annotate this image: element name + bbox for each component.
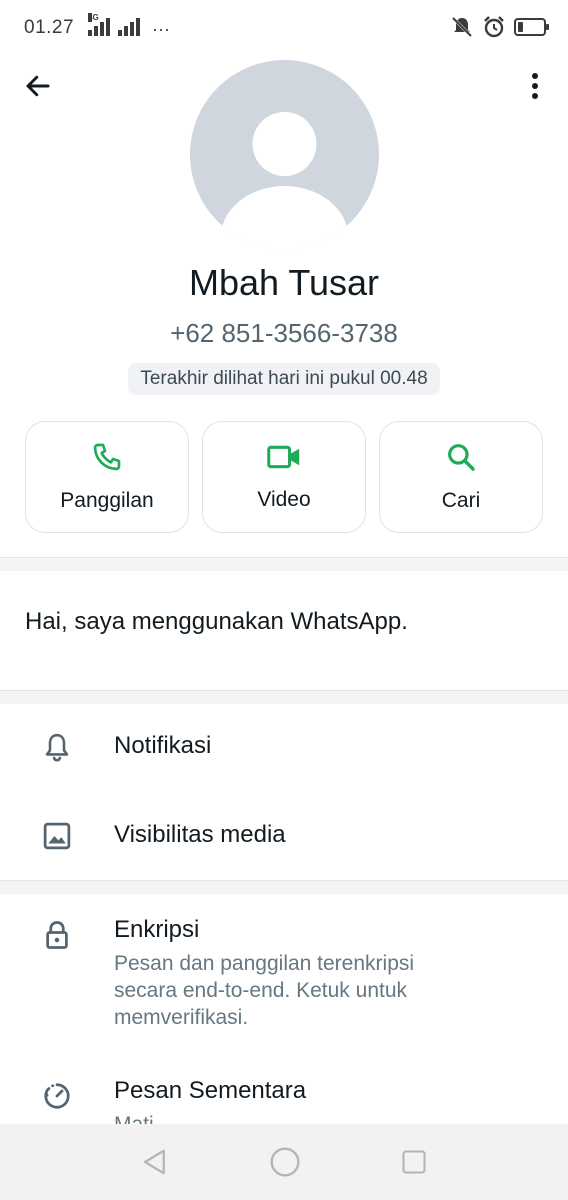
signal-icon [118, 18, 140, 36]
call-button[interactable]: Panggilan [25, 421, 189, 533]
status-right-icons [450, 15, 549, 39]
video-icon [267, 445, 300, 469]
media-visibility-label: Visibilitas media [114, 821, 286, 848]
about-text[interactable]: Hai, saya menggunakan WhatsApp. [25, 608, 408, 636]
status-left-icons: 4G ··· [88, 13, 170, 39]
back-triangle-icon[interactable] [140, 1147, 170, 1177]
arrow-left-icon [26, 75, 50, 97]
notifications-row[interactable]: Notifikasi [0, 732, 568, 764]
alarm-icon [484, 16, 504, 38]
network-type-label: 4G [88, 13, 99, 22]
notifications-label: Notifikasi [114, 732, 212, 759]
search-button[interactable]: Cari [379, 421, 543, 533]
mute-icon [451, 16, 473, 38]
battery-icon [514, 18, 549, 36]
section-divider [0, 880, 568, 894]
bell-icon [45, 733, 69, 762]
media-visibility-row[interactable]: Visibilitas media [0, 821, 568, 851]
encryption-label: Enkripsi [114, 916, 200, 943]
profile-avatar[interactable] [190, 60, 379, 249]
system-nav-bar [0, 1124, 568, 1200]
status-bar: 01.27 4G ··· [0, 0, 568, 56]
battery-level [518, 22, 523, 32]
status-time: 01.27 [24, 17, 75, 38]
signal-icon: 4G [88, 13, 110, 36]
more-vertical-icon [532, 73, 538, 99]
encryption-description: Pesan dan panggilan terenkripsi secara e… [114, 952, 415, 1029]
more-options-button[interactable] [520, 68, 550, 104]
section-divider [0, 690, 568, 704]
last-seen-container: Terakhir dilihat hari ini pukul 00.48 [0, 363, 568, 395]
lock-icon [46, 921, 68, 949]
back-button[interactable] [20, 68, 56, 104]
contact-phone: +62 851-3566-3738 [170, 318, 398, 348]
recents-square-icon[interactable] [400, 1148, 428, 1176]
phone-icon [93, 443, 121, 471]
action-buttons: Panggilan Video Cari [25, 421, 543, 533]
disappearing-messages-label: Pesan Sementara [114, 1077, 307, 1104]
section-divider [0, 557, 568, 571]
default-avatar-icon [220, 112, 349, 249]
home-circle-icon[interactable] [269, 1146, 301, 1178]
search-button-label: Cari [441, 489, 481, 512]
encryption-row[interactable]: Enkripsi Pesan dan panggilan terenkripsi… [0, 916, 568, 1031]
timer-icon [44, 1083, 70, 1109]
contact-name: Mbah Tusar [188, 262, 380, 303]
call-button-label: Panggilan [60, 489, 154, 512]
video-button-label: Video [257, 488, 311, 511]
more-notifications-icon: ··· [152, 19, 170, 39]
search-icon [448, 444, 475, 471]
video-call-button[interactable]: Video [202, 421, 366, 533]
image-icon [43, 822, 71, 850]
last-seen-badge: Terakhir dilihat hari ini pukul 00.48 [128, 363, 440, 395]
